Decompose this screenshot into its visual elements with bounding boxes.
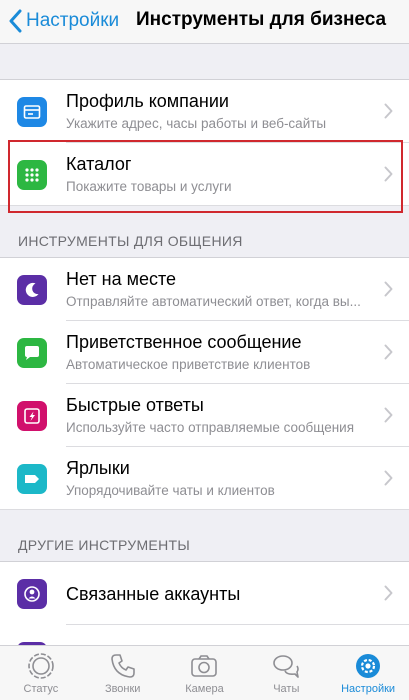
chevron-right-icon [384,166,393,182]
row-subtitle: Упорядочивайте чаты и клиентов [66,483,275,498]
chevron-right-icon [384,281,393,297]
row-title: Ярлыки [66,458,130,478]
row-linked-accounts[interactable]: Связанные аккаунты [0,562,409,625]
lightning-icon [24,408,40,424]
back-button[interactable]: Настройки [8,6,119,36]
linked-accounts-icon [24,586,40,602]
row-quick-replies[interactable]: Быстрые ответы Используйте часто отправл… [0,384,409,447]
row-title: Быстрые ответы [66,395,204,415]
section-header-other: ДРУГИЕ ИНСТРУМЕНТЫ [0,510,409,562]
row-subtitle: Автоматическое приветствие клиентов [66,357,311,372]
navigation-bar: Настройки Инструменты для бизнеса [0,0,409,44]
tab-label: Настройки [341,683,396,695]
row-subtitle: Отправляйте автоматический ответ, когда … [66,294,361,309]
tile-catalog [17,160,47,190]
tab-label: Звонки [104,683,141,695]
business-group: Профиль компании Укажите адрес, часы раб… [0,80,409,206]
chevron-right-icon [384,407,393,423]
back-button-label: Настройки [26,10,120,31]
storefront-icon [23,105,41,119]
row-away-message[interactable]: Нет на месте Отправляйте автоматический … [0,258,409,321]
chevron-right-icon [384,103,393,119]
row-catalog[interactable]: Каталог Покажите товары и услуги [0,143,409,206]
tab-bar: Статус Звонки Камера Чаты Настройки [0,645,409,700]
row-title: Профиль компании [66,91,229,111]
status-icon [28,653,54,679]
tile-linked-accounts [17,579,47,609]
row-title: Связанные аккаунты [66,584,241,604]
divider [0,509,409,510]
row-subtitle: Покажите товары и услуги [66,179,232,194]
row-title: Приветственное сообщение [66,332,302,352]
divider [0,205,409,206]
chat-bubble-icon [25,346,39,360]
tab-label: Статус [23,683,59,695]
chevron-right-icon [384,585,393,601]
page-title: Инструменты для бизнеса [136,9,387,30]
tab-label: Камера [185,683,224,695]
chats-icon [273,655,300,678]
tile-greeting-message [17,338,47,368]
grid-icon [25,168,39,182]
tab-calls[interactable]: Звонки [82,646,164,700]
tab-settings[interactable]: Настройки [327,646,409,700]
tile-away-message [17,275,47,305]
tab-chats[interactable]: Чаты [245,646,327,700]
row-company-profile[interactable]: Профиль компании Укажите адрес, часы раб… [0,80,409,143]
tile-labels [17,464,47,494]
tab-camera[interactable]: Камера [164,646,246,700]
moon-icon [25,282,39,297]
tab-status[interactable]: Статус [0,646,82,700]
row-labels[interactable]: Ярлыки Упорядочивайте чаты и клиентов [0,447,409,510]
tile-quick-replies [17,401,47,431]
settings-list: Профиль компании Укажите адрес, часы раб… [0,44,409,688]
tab-label: Чаты [273,683,300,695]
settings-gear-icon [356,654,381,678]
label-icon [25,475,39,483]
chevron-right-icon [384,470,393,486]
row-title: Нет на месте [66,269,177,289]
chevron-right-icon [384,344,393,360]
row-subtitle: Используйте часто отправляемые сообщения [66,420,355,435]
section-header-communication: ИНСТРУМЕНТЫ ДЛЯ ОБЩЕНИЯ [0,206,409,258]
row-subtitle: Укажите адрес, часы работы и веб-сайты [66,116,327,131]
chevron-left-icon [9,9,22,33]
top-spacer [0,44,409,80]
phone-icon [110,654,135,678]
tile-company-profile [17,97,47,127]
row-title: Каталог [66,154,132,174]
communication-group: Нет на месте Отправляйте автоматический … [0,258,409,510]
camera-icon [191,655,218,677]
row-greeting-message[interactable]: Приветственное сообщение Автоматическое … [0,321,409,384]
